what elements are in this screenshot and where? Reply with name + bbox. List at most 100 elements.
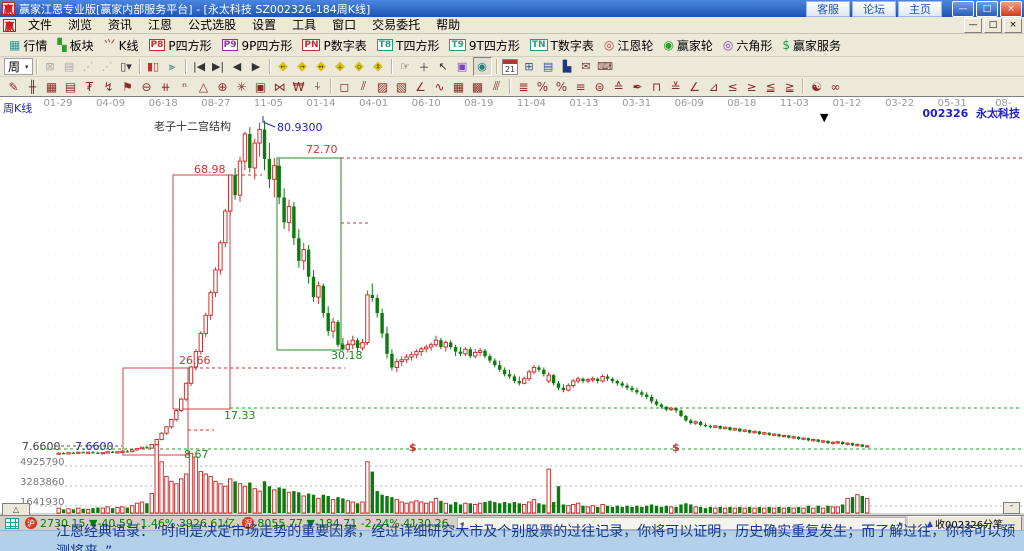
menu-文件[interactable]: 文件 [20,17,60,33]
draw-tool-3-1-icon[interactable]: ☯ [808,78,825,95]
pointer-label-icon[interactable]: ↖ [435,58,452,75]
draw-tool-0-11-icon[interactable]: △ [195,78,212,95]
computer-icon[interactable]: ⌨ [597,58,614,75]
menu-江恩[interactable]: 江恩 [140,17,180,33]
hexagon-button[interactable]: ◎ 六角形 [718,36,778,55]
gann-diamond-3-icon[interactable]: ◆ ↔ [313,58,330,75]
p-number-table-button[interactable]: PN P数字表 [297,36,371,55]
restore-button[interactable]: □ [976,0,998,17]
kline-chart-canvas[interactable]: 01-29 04-09 06-18 08-27 11-05 01-14 04-01 06-10… [0,97,1024,551]
menu-资讯[interactable]: 资讯 [100,17,140,33]
draw-tool-0-17-icon[interactable]: ⍭ [309,78,326,95]
gann-diamond-6-icon[interactable]: ◆ ⇕ [370,58,387,75]
mdi-restore-button[interactable]: □ [984,17,1002,33]
draw-tool-2-12-icon[interactable]: ≤ [724,78,741,95]
gann-diamond-1-icon[interactable]: ◆ ← [275,58,292,75]
draw-tool-1-6-icon[interactable]: ∿ [431,78,448,95]
volume-pane-collapse-button[interactable]: - [1003,502,1020,514]
draw-tool-3-2-icon[interactable]: ∞ [827,78,844,95]
draw-tool-1-4-icon[interactable]: ▧ [393,78,410,95]
draw-tool-2-15-icon[interactable]: ≧ [781,78,798,95]
candle-style-icon[interactable]: ▯▾ [118,58,135,75]
notepad-icon[interactable]: ▤ [540,58,557,75]
draw-tool-2-5-icon[interactable]: ⊜ [591,78,608,95]
draw-tool-0-7-icon[interactable]: ⚑ [119,78,136,95]
line-tool-icon[interactable]: ◉ [472,57,492,76]
draw-tool-0-1-icon[interactable]: ✎ [5,78,22,95]
mdi-minimize-button[interactable]: — [964,17,982,33]
draw-tool-1-8-icon[interactable]: ▩ [469,78,486,95]
draw-tool-1-3-icon[interactable]: ▨ [374,78,391,95]
gann-diamond-4-icon[interactable]: ◆ ＋ [332,58,349,75]
draw-tool-2-1-icon[interactable]: ≣ [515,78,532,95]
draw-tool-0-16-icon[interactable]: ₩ [290,78,307,95]
next-bar-icon[interactable]: ▶ [248,58,265,75]
draw-tool-2-7-icon[interactable]: ✒ [629,78,646,95]
draw-tool-1-2-icon[interactable]: ⫽ [355,78,372,95]
draw-tool-1-5-icon[interactable]: ∠ [412,78,429,95]
menu-交易委托[interactable]: 交易委托 [364,17,428,33]
draw-tool-2-10-icon[interactable]: ∠ [686,78,703,95]
trend-fan-icon[interactable]: ⫸ [164,58,181,75]
9t-square-button[interactable]: T9 9T四方形 [444,36,524,55]
draw-tool-2-3-icon[interactable]: % [553,78,570,95]
close-button[interactable]: × [1000,0,1022,17]
menu-公式选股[interactable]: 公式选股 [180,17,244,33]
draw-tool-0-2-icon[interactable]: ╫ [24,78,41,95]
kline-red-icon[interactable]: ▮▯ [145,58,162,75]
customer-service-button[interactable]: 客服 [806,0,850,17]
draw-tool-0-3-icon[interactable]: ▦ [43,78,60,95]
draw-tool-0-4-icon[interactable]: ▤ [62,78,79,95]
minimize-button[interactable]: — [952,0,974,17]
p-square-button[interactable]: P8 P四方形 [144,36,217,55]
draw-tool-2-4-icon[interactable]: ≡ [572,78,589,95]
calculator-icon[interactable]: ⊞ [521,58,538,75]
draw-tool-0-14-icon[interactable]: ▣ [252,78,269,95]
t-number-table-button[interactable]: TN T数字表 [525,36,599,55]
menu-帮助[interactable]: 帮助 [428,17,468,33]
9p-square-button[interactable]: P9 9P四方形 [217,36,298,55]
first-bar-icon[interactable]: |◀ [191,58,208,75]
draw-tool-2-8-icon[interactable]: ⊓ [648,78,665,95]
quotes-button[interactable]: ▦ 行情 [4,36,52,55]
gann-diamond-2-icon[interactable]: ◆ → [294,58,311,75]
menu-浏览[interactable]: 浏览 [60,17,100,33]
draw-tool-2-14-icon[interactable]: ≦ [762,78,779,95]
tag-tool-icon[interactable]: ▣ [454,58,471,75]
save-icon[interactable]: ▙ [559,58,576,75]
crosshair-tool-icon[interactable]: ＋ [416,58,433,75]
hand-tool-icon[interactable]: ☞ [397,58,414,75]
winner-service-button[interactable]: $ 赢家服务 [777,36,846,55]
forum-button[interactable]: 论坛 [852,0,896,17]
last-bar-icon[interactable]: ▶| [210,58,227,75]
draw-tool-2-11-icon[interactable]: ⊿ [705,78,722,95]
menu-工具[interactable]: 工具 [284,17,324,33]
draw-tool-2-6-icon[interactable]: ≙ [610,78,627,95]
draw-tool-2-13-icon[interactable]: ≥ [743,78,760,95]
draw-tool-1-7-icon[interactable]: ▦ [450,78,467,95]
quote-grid-icon[interactable] [5,517,19,529]
winner-wheel-button[interactable]: ◉ 赢家轮 [658,36,718,55]
homepage-button[interactable]: 主页 [898,0,942,17]
period-dropdown[interactable]: 周 ▾ [4,58,33,75]
calendar-icon[interactable]: 21 [502,58,519,75]
draw-tool-0-15-icon[interactable]: ⋈ [271,78,288,95]
menu-窗口[interactable]: 窗口 [324,17,364,33]
draw-tool-2-9-icon[interactable]: ≚ [667,78,684,95]
draw-tool-1-9-icon[interactable]: ⫻ [488,78,505,95]
prev-bar-icon[interactable]: ◀ [229,58,246,75]
gann-diamond-5-icon[interactable]: ◆ ◇ [351,58,368,75]
draw-tool-0-5-icon[interactable]: ₮ [81,78,98,95]
mdi-close-button[interactable]: × [1004,17,1022,33]
draw-tool-0-10-icon[interactable]: ⁿ [176,78,193,95]
draw-tool-0-8-icon[interactable]: ⊖ [138,78,155,95]
draw-tool-2-2-icon[interactable]: % [534,78,551,95]
draw-tool-0-12-icon[interactable]: ⊕ [214,78,231,95]
draw-tool-0-13-icon[interactable]: ✳ [233,78,250,95]
t-square-button[interactable]: T8 T四方形 [372,36,445,55]
draw-tool-0-9-icon[interactable]: ⧺ [157,78,174,95]
menu-设置[interactable]: 设置 [244,17,284,33]
draw-tool-0-6-icon[interactable]: ↯ [100,78,117,95]
gann-wheel-button[interactable]: ◎ 江恩轮 [599,36,659,55]
kline-button[interactable]: ⺍ K线 [99,36,144,55]
